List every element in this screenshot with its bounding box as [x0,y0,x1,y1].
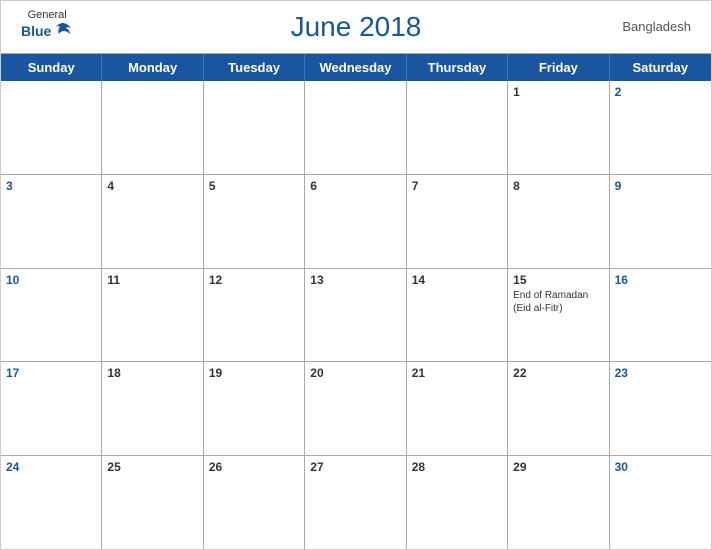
day-number: 14 [412,273,502,287]
day-number: 2 [615,85,706,99]
day-number: 4 [107,179,197,193]
day-number: 10 [6,273,96,287]
day-cell-23: 23 [610,362,711,455]
day-number: 7 [412,179,502,193]
week-row-4: 17 18 19 20 21 22 23 [1,362,711,456]
day-cell-19: 19 [204,362,305,455]
calendar-title: June 2018 [291,11,422,43]
day-cell-3: 3 [1,175,102,268]
calendar-container: General Blue June 2018 Bangladesh Sunday… [0,0,712,550]
day-number: 11 [107,273,197,287]
day-cell-20: 20 [305,362,406,455]
day-number: 1 [513,85,603,99]
day-cell-25: 25 [102,456,203,549]
day-cell-6: 6 [305,175,406,268]
day-cell-30: 30 [610,456,711,549]
calendar-header: General Blue June 2018 Bangladesh [1,1,711,53]
day-cell-8: 8 [508,175,609,268]
weeks-container: 123456789101112131415End of Ramadan (Eid… [1,81,711,549]
day-number: 9 [615,179,706,193]
day-cell-22: 22 [508,362,609,455]
day-cell-28: 28 [407,456,508,549]
day-number: 21 [412,366,502,380]
day-number: 19 [209,366,299,380]
day-number: 18 [107,366,197,380]
day-number: 15 [513,273,603,287]
day-number: 12 [209,273,299,287]
calendar-grid: SundayMondayTuesdayWednesdayThursdayFrid… [1,53,711,549]
logo: General Blue [21,9,73,41]
day-cell-21: 21 [407,362,508,455]
day-cell-27: 27 [305,456,406,549]
day-cell-empty-4 [407,81,508,174]
week-row-2: 3456789 [1,175,711,269]
day-number: 16 [615,273,706,287]
day-cell-empty-2 [204,81,305,174]
day-number: 23 [615,366,706,380]
day-header-sunday: Sunday [1,54,102,81]
day-cell-10: 10 [1,269,102,362]
day-header-saturday: Saturday [610,54,711,81]
day-number: 29 [513,460,603,474]
day-cell-5: 5 [204,175,305,268]
day-cell-11: 11 [102,269,203,362]
day-number: 30 [615,460,706,474]
day-number: 28 [412,460,502,474]
day-header-tuesday: Tuesday [204,54,305,81]
country-label: Bangladesh [622,19,691,34]
day-cell-empty-1 [102,81,203,174]
day-cell-4: 4 [102,175,203,268]
day-cell-17: 17 [1,362,102,455]
day-header-monday: Monday [102,54,203,81]
day-number: 20 [310,366,400,380]
day-cell-empty-0 [1,81,102,174]
day-cell-empty-3 [305,81,406,174]
day-number: 22 [513,366,603,380]
day-headers-row: SundayMondayTuesdayWednesdayThursdayFrid… [1,54,711,81]
day-cell-13: 13 [305,269,406,362]
day-cell-9: 9 [610,175,711,268]
day-cell-15: 15 End of Ramadan (Eid al-Fitr) [508,269,609,362]
day-cell-1: 1 [508,81,609,174]
day-number: 3 [6,179,96,193]
day-cell-26: 26 [204,456,305,549]
week-row-3: 10 11 12 13 14 15 End of Ramadan (Eid al-Fitr)… [1,269,711,363]
day-cell-18: 18 [102,362,203,455]
day-cell-29: 29 [508,456,609,549]
day-header-wednesday: Wednesday [305,54,406,81]
logo-general: General [28,9,67,21]
day-number: 17 [6,366,96,380]
day-header-friday: Friday [508,54,609,81]
day-number: 5 [209,179,299,193]
day-number: 25 [107,460,197,474]
day-cell-16: 16 [610,269,711,362]
event-label: End of Ramadan (Eid al-Fitr) [513,289,603,315]
day-cell-7: 7 [407,175,508,268]
logo-blue: Blue [21,23,51,39]
day-number: 26 [209,460,299,474]
day-cell-2: 2 [610,81,711,174]
day-number: 13 [310,273,400,287]
day-header-thursday: Thursday [407,54,508,81]
day-number: 27 [310,460,400,474]
week-row-1: 12 [1,81,711,175]
day-cell-14: 14 [407,269,508,362]
day-cell-12: 12 [204,269,305,362]
day-number: 6 [310,179,400,193]
day-cell-24: 24 [1,456,102,549]
day-number: 24 [6,460,96,474]
week-row-5: 24 25 26 27 28 29 30 [1,456,711,549]
logo-bird-icon [53,21,73,41]
day-number: 8 [513,179,603,193]
